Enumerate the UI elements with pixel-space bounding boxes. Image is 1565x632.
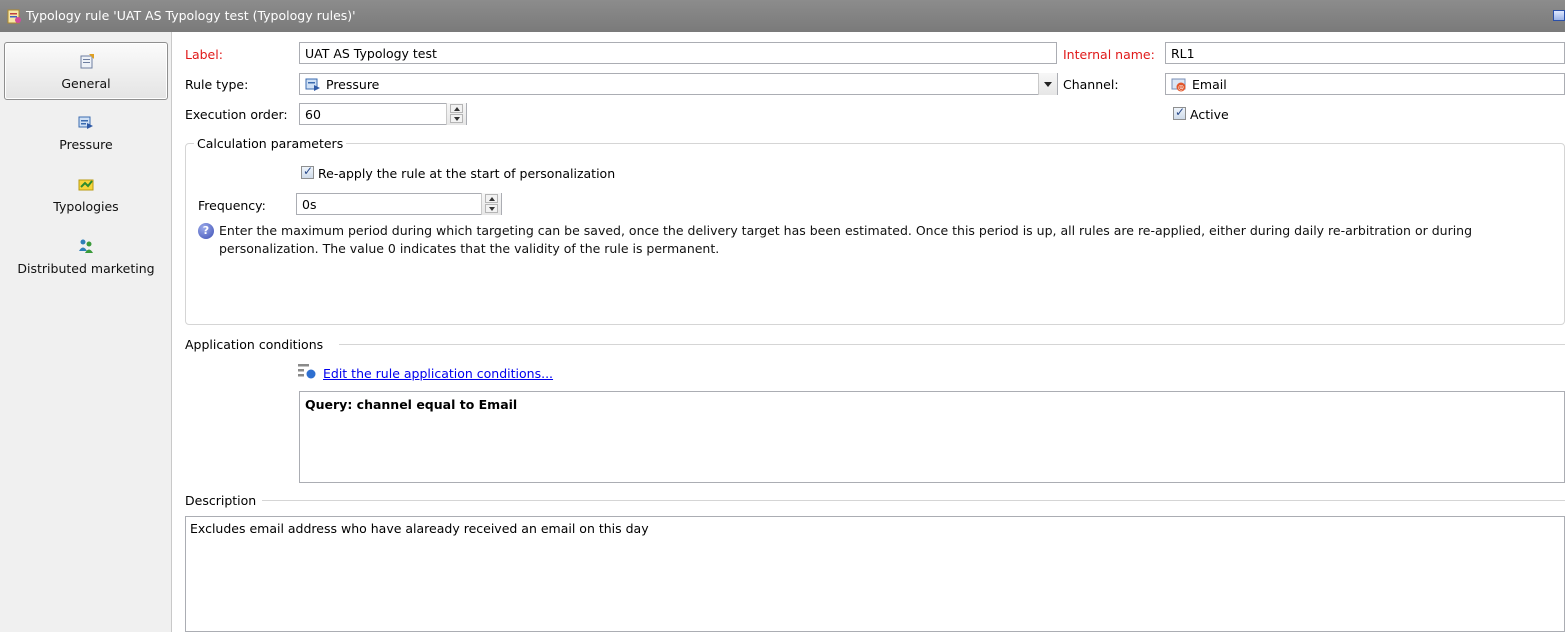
frequency-label: Frequency: (198, 198, 266, 213)
rule-type-label: Rule type: (185, 77, 249, 92)
sidebar-item-label: Pressure (59, 137, 113, 152)
rule-type-value: Pressure (326, 77, 380, 92)
general-properties-icon (80, 54, 94, 69)
application-conditions-title: Application conditions (185, 337, 324, 352)
window-button-icon[interactable] (1553, 10, 1565, 21)
help-icon: ? (198, 223, 214, 239)
sidebar: General Pressure Typologies Distributed … (0, 32, 172, 632)
typology-rule-icon (7, 9, 21, 24)
sidebar-item-pressure[interactable]: Pressure (4, 104, 168, 162)
chevron-up-icon[interactable] (450, 104, 463, 113)
svg-text:@: @ (1178, 85, 1184, 92)
channel-value: Email (1192, 77, 1227, 92)
help-line-2: personalization. The value 0 indicates t… (219, 241, 720, 256)
description-textarea[interactable]: Excludes email address who have alaready… (185, 516, 1565, 632)
execution-order-field[interactable]: 60 (299, 103, 467, 125)
query-box: Query: channel equal to Email (299, 391, 1565, 483)
internal-name-label: Internal name: (1063, 47, 1155, 62)
general-form: Label: UAT AS Typology test Internal nam… (172, 32, 1565, 632)
help-line-1: Enter the maximum period during which ta… (219, 223, 1473, 238)
distributed-marketing-icon (79, 239, 93, 253)
chevron-down-icon[interactable] (485, 204, 498, 213)
divider (339, 344, 1565, 345)
edit-rule-conditions-link[interactable]: Edit the rule application conditions... (323, 366, 553, 381)
channel-select[interactable]: @ Email (1165, 73, 1565, 95)
frequency-field[interactable]: 0s (296, 193, 502, 215)
pressure-icon (78, 116, 93, 129)
sidebar-item-general[interactable]: General (4, 42, 168, 100)
chevron-down-icon[interactable] (450, 114, 463, 123)
active-checkbox[interactable] (1173, 105, 1186, 120)
edit-conditions-icon (298, 364, 316, 379)
sidebar-item-label: General (61, 76, 111, 91)
chevron-down-icon[interactable] (1038, 73, 1057, 95)
chevron-up-icon[interactable] (485, 194, 498, 203)
email-icon: @ (1171, 78, 1186, 92)
execution-order-label: Execution order: (185, 107, 288, 122)
label-field[interactable]: UAT AS Typology test (299, 42, 1057, 64)
sidebar-item-distributed-marketing[interactable]: Distributed marketing (4, 228, 168, 286)
typologies-icon (78, 179, 94, 191)
pressure-icon (305, 78, 320, 91)
frequency-stepper[interactable] (481, 193, 501, 215)
frequency-help-text: Enter the maximum period during which ta… (219, 222, 1559, 258)
execution-order-stepper[interactable] (446, 103, 466, 125)
sidebar-item-label: Distributed marketing (17, 261, 155, 276)
rule-type-select[interactable]: Pressure (299, 73, 1058, 95)
sidebar-item-typologies[interactable]: Typologies (4, 166, 168, 224)
window-title: Typology rule 'UAT AS Typology test (Typ… (26, 8, 356, 23)
calculation-parameters-title: Calculation parameters (194, 136, 347, 151)
reapply-label: Re-apply the rule at the start of person… (318, 166, 616, 181)
internal-name-field[interactable]: RL1 (1165, 42, 1565, 64)
label-label: Label: (185, 47, 223, 62)
channel-label: Channel: (1063, 77, 1119, 92)
divider (262, 500, 1565, 501)
active-label: Active (1190, 107, 1229, 122)
description-title: Description (185, 493, 257, 508)
sidebar-item-label: Typologies (53, 199, 119, 214)
reapply-checkbox[interactable] (301, 164, 314, 179)
window-titlebar: Typology rule 'UAT AS Typology test (Typ… (0, 0, 1565, 32)
